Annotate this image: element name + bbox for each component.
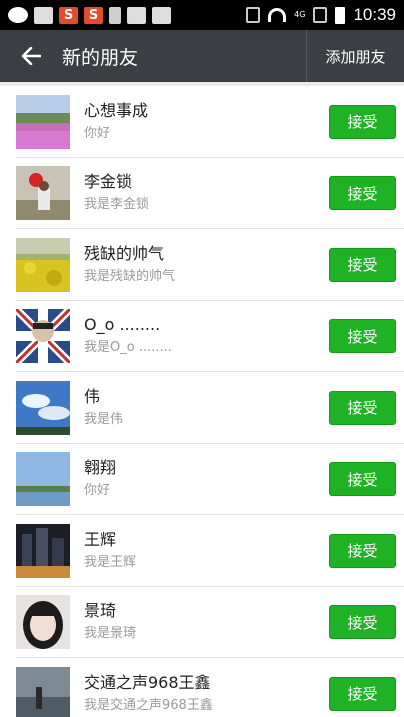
accept-button[interactable]: 接受 bbox=[329, 676, 396, 711]
friend-name: 心想事成 bbox=[84, 100, 149, 120]
accept-button[interactable]: 接受 bbox=[329, 247, 396, 282]
sim-icon bbox=[313, 7, 328, 23]
friend-name: 翱翔 bbox=[84, 458, 117, 478]
avatar bbox=[16, 523, 70, 578]
status-bar: S S 4G 10:39 bbox=[0, 0, 404, 30]
friend-message: 你好 bbox=[84, 483, 111, 499]
list-item: 伟 我是伟 接受 bbox=[0, 372, 404, 444]
friend-message: 我是景琦 bbox=[84, 626, 137, 642]
avatar bbox=[16, 595, 70, 650]
list-item: 心想事成 你好 接受 bbox=[0, 86, 404, 158]
list-item: 李金锁 我是李金锁 接受 bbox=[0, 158, 404, 230]
friend-name: 李金锁 bbox=[84, 172, 133, 192]
friend-name: 残缺的帅气 bbox=[84, 243, 165, 263]
avatar bbox=[16, 452, 70, 507]
friend-name: 伟 bbox=[84, 386, 101, 406]
friend-message: 我是交通之声968王鑫 bbox=[84, 697, 213, 713]
avatar bbox=[16, 166, 70, 221]
friend-name: 王辉 bbox=[84, 529, 117, 549]
list-item: 景琦 我是景琦 接受 bbox=[0, 587, 404, 659]
accept-button[interactable]: 接受 bbox=[329, 390, 396, 425]
list-item: 交通之声968王鑫 我是交通之声968王鑫 接受 bbox=[0, 658, 404, 717]
avatar bbox=[16, 309, 70, 364]
notification-icons: S S bbox=[8, 6, 171, 24]
sogou-icon: S bbox=[84, 6, 103, 24]
accept-button[interactable]: 接受 bbox=[329, 533, 396, 568]
avatar bbox=[16, 380, 70, 435]
clock: 10:39 bbox=[353, 5, 396, 24]
accept-button[interactable]: 接受 bbox=[329, 605, 396, 640]
list-item: 翱翔 你好 接受 bbox=[0, 444, 404, 516]
friend-name: 景琦 bbox=[84, 601, 117, 621]
friend-message: 我是残缺的帅气 bbox=[84, 268, 176, 284]
accept-button[interactable]: 接受 bbox=[329, 176, 396, 211]
avatar bbox=[16, 666, 70, 717]
list-item: 残缺的帅气 我是残缺的帅气 接受 bbox=[0, 229, 404, 301]
accept-button[interactable]: 接受 bbox=[329, 319, 396, 354]
friend-message: 我是李金锁 bbox=[84, 197, 150, 213]
page-title: 新的朋友 bbox=[62, 46, 139, 69]
nfc-icon bbox=[246, 7, 261, 23]
sogou-icon: S bbox=[59, 6, 78, 24]
back-button[interactable] bbox=[0, 30, 62, 82]
wifi-icon bbox=[268, 8, 287, 22]
list-item: 王辉 我是王辉 接受 bbox=[0, 515, 404, 587]
friend-name: 交通之声968王鑫 bbox=[84, 672, 211, 692]
trash-icon bbox=[109, 6, 121, 24]
image-icon bbox=[34, 6, 53, 24]
signal-icon: 4G bbox=[294, 10, 306, 19]
friend-message: 我是伟 bbox=[84, 411, 124, 427]
friend-message: 你好 bbox=[84, 125, 111, 141]
list-item: O_o ........ 我是O_o ........ 接受 bbox=[0, 301, 404, 373]
avatar bbox=[16, 237, 70, 292]
accept-button[interactable]: 接受 bbox=[329, 104, 396, 139]
friend-message: 我是O_o ........ bbox=[84, 340, 172, 356]
gallery-icon bbox=[152, 6, 171, 24]
accept-button[interactable]: 接受 bbox=[329, 462, 396, 497]
friend-name: O_o ........ bbox=[84, 315, 161, 335]
avatar bbox=[16, 94, 70, 149]
friend-message: 我是王辉 bbox=[84, 554, 137, 570]
battery-icon bbox=[335, 6, 346, 24]
image-icon bbox=[127, 6, 146, 24]
title-bar: 新的朋友 添加朋友 bbox=[0, 30, 404, 82]
wechat-icon bbox=[8, 7, 28, 23]
system-icons: 4G 10:39 bbox=[246, 5, 396, 25]
friend-request-list: 心想事成 你好 接受 李金锁 我是李金锁 接受 残缺的帅气 我是残缺的帅气 接受… bbox=[0, 86, 404, 717]
add-friend-button[interactable]: 添加朋友 bbox=[306, 30, 404, 82]
back-arrow-icon bbox=[21, 47, 41, 65]
